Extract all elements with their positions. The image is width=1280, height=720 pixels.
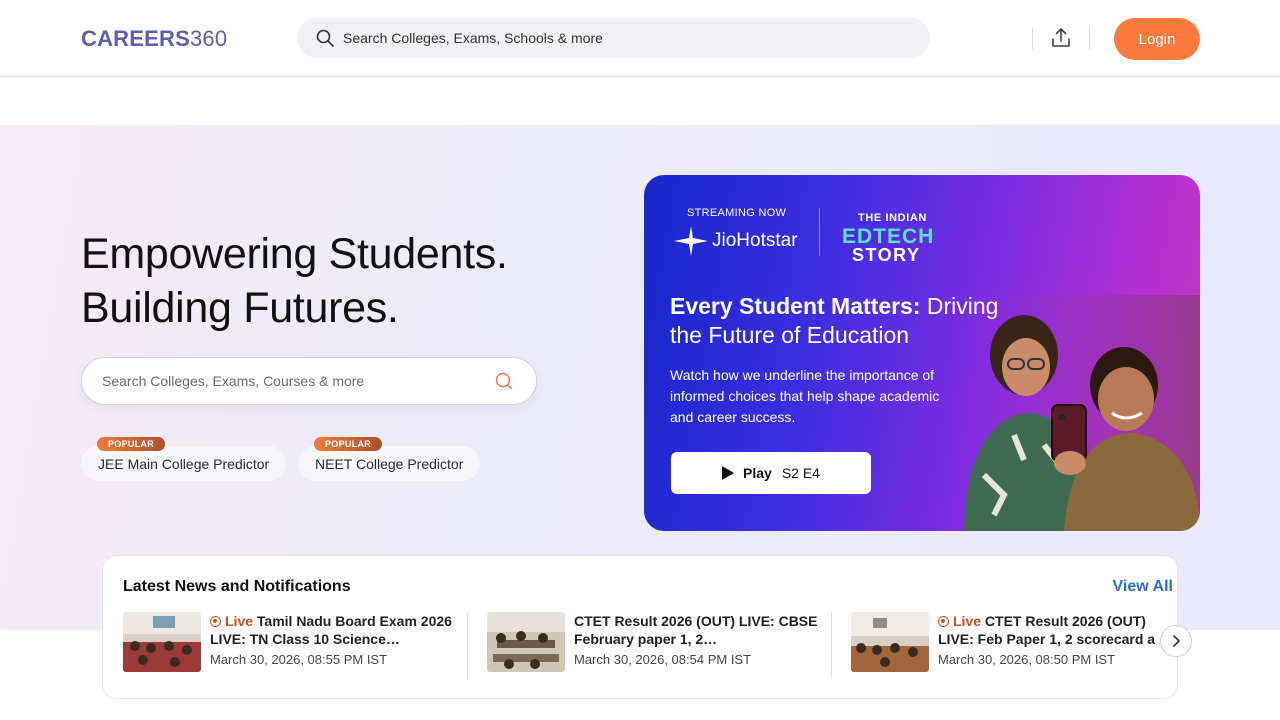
neet-college-predictor-chip[interactable]: POPULAR NEET College Predictor <box>298 437 481 481</box>
show-title-line1: THE INDIAN <box>858 212 927 224</box>
banner-heading: Every Student Matters: Driving the Futur… <box>670 293 999 348</box>
carousel-next-button[interactable] <box>1160 625 1192 657</box>
live-icon <box>938 616 949 627</box>
news-divider <box>831 612 832 678</box>
chevron-right-icon <box>1173 635 1180 647</box>
news-item[interactable]: Live Tamil Nadu Board Exam 2026 LIVE: TN… <box>123 612 463 674</box>
jee-main-college-predictor-chip[interactable]: POPULAR JEE Main College Predictor <box>81 437 287 481</box>
jiohotstar-logo: JioHotstar <box>674 226 798 256</box>
banner-description: Watch how we underline the importance of… <box>670 367 940 425</box>
popular-badge: POPULAR <box>314 437 383 451</box>
share-icon[interactable] <box>1049 26 1073 50</box>
site-header: CAREERS360 Search Colleges, Exams, Schoo… <box>0 0 1280 77</box>
play-icon <box>722 466 734 480</box>
hero-title: Empowering Students. Building Futures. <box>81 230 508 332</box>
news-divider <box>467 612 468 678</box>
header-search-placeholder: Search Colleges, Exams, Schools & more <box>343 30 603 46</box>
star-icon <box>674 226 708 256</box>
search-icon <box>316 29 334 47</box>
news-headline: Live Tamil Nadu Board Exam 2026 LIVE: TN… <box>210 613 452 647</box>
news-date: March 30, 2026, 08:50 PM IST <box>938 652 1116 667</box>
view-all-link[interactable]: View All <box>1113 578 1173 596</box>
streaming-now-label: STREAMING NOW <box>687 207 787 219</box>
news-thumbnail <box>851 612 929 672</box>
chip-label: JEE Main College Predictor <box>98 455 270 472</box>
news-item[interactable]: Live CTET Result 2026 (OUT) LIVE: Feb Pa… <box>851 612 1161 674</box>
news-item[interactable]: CTET Result 2026 (OUT) LIVE: CBSE Februa… <box>487 612 827 674</box>
news-date: March 30, 2026, 08:54 PM IST <box>574 652 752 667</box>
news-date: March 30, 2026, 08:55 PM IST <box>210 652 388 667</box>
news-thumbnail <box>123 612 201 672</box>
news-section-title: Latest News and Notifications <box>123 578 351 595</box>
news-headline: Live CTET Result 2026 (OUT) LIVE: Feb Pa… <box>938 613 1156 647</box>
news-thumbnail <box>487 612 565 672</box>
play-button[interactable]: Play S2 E4 <box>671 452 871 494</box>
hero-search-input[interactable]: Search Colleges, Exams, Courses & more <box>81 357 537 405</box>
edtech-story-banner[interactable]: STREAMING NOW JioHotstar THE INDIAN EDTE… <box>644 175 1200 531</box>
show-title-line3: STORY <box>852 245 921 265</box>
popular-badge: POPULAR <box>97 437 166 451</box>
header-divider <box>1032 28 1033 50</box>
header-divider <box>1089 28 1090 50</box>
live-icon <box>210 616 221 627</box>
banner-divider <box>819 208 820 256</box>
login-button[interactable]: Login <box>1114 18 1200 60</box>
hero-search-placeholder: Search Colleges, Exams, Courses & more <box>102 373 365 389</box>
chip-label: NEET College Predictor <box>315 455 464 472</box>
latest-news-panel: Latest News and Notifications View All L… <box>102 555 1178 699</box>
careers360-logo[interactable]: CAREERS360 <box>81 26 227 52</box>
episode-label: S2 E4 <box>781 465 820 481</box>
header-search-bar[interactable]: Search Colleges, Exams, Schools & more <box>297 18 930 58</box>
news-headline: CTET Result 2026 (OUT) LIVE: CBSE Februa… <box>574 613 818 647</box>
search-icon[interactable] <box>494 371 514 391</box>
